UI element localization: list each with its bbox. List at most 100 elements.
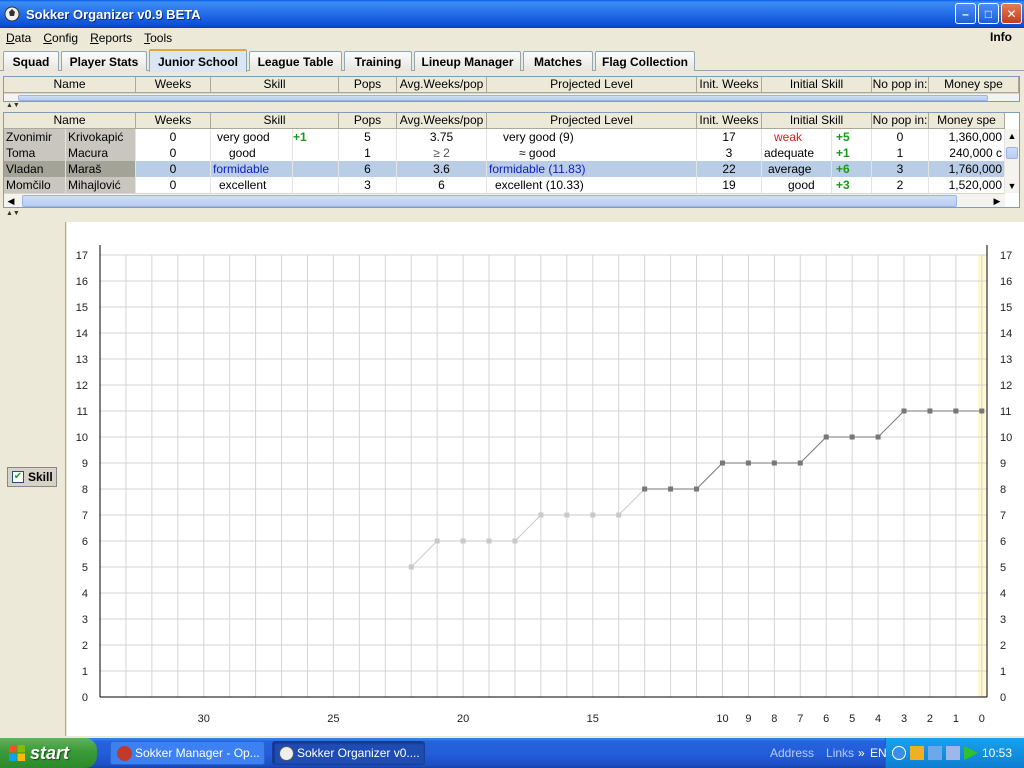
col-init-weeks[interactable]: Init. Weeks: [697, 77, 762, 93]
pops: 6: [339, 161, 397, 177]
data-point: [719, 460, 725, 466]
col-projected[interactable]: Projected Level: [487, 77, 697, 93]
col-pops[interactable]: Pops: [339, 113, 397, 129]
init-gain: +1: [832, 145, 872, 161]
tab-training[interactable]: Training: [344, 51, 412, 71]
col-name[interactable]: Name: [4, 113, 136, 129]
col-money[interactable]: Money spe: [929, 77, 1019, 93]
language-indicator[interactable]: EN: [870, 746, 887, 760]
clock: 10:53: [981, 746, 1012, 760]
table-row-selected[interactable]: Vladan Maraš 0 formidable 6 3.6 formidab…: [4, 161, 1005, 177]
menu-config[interactable]: Config: [37, 31, 84, 45]
col-skill[interactable]: Skill: [211, 77, 339, 93]
pops: 3: [339, 177, 397, 193]
x-tick-label: 6: [823, 713, 829, 725]
col-skill[interactable]: Skill: [211, 113, 339, 129]
tab-junior-school[interactable]: Junior School: [149, 49, 247, 72]
col-weeks[interactable]: Weeks: [136, 77, 211, 93]
upper-table-header: Name Weeks Skill Pops Avg.Weeks/pop Proj…: [4, 77, 1019, 93]
taskbar: start Sokker Manager - Op... Sokker Orga…: [0, 738, 1024, 768]
scroll-left-icon[interactable]: ◀: [4, 194, 18, 208]
y-tick-label-left: 0: [82, 692, 88, 704]
splitter-2[interactable]: ▲▼: [0, 210, 1024, 218]
network-icon[interactable]: [928, 746, 942, 760]
juniors-vscroll[interactable]: ▲ ▼: [1005, 129, 1019, 193]
data-point: [538, 512, 544, 518]
splitter-1[interactable]: ▲▼: [0, 102, 1024, 110]
menu-tools[interactable]: Tools: [138, 31, 178, 45]
vscroll-thumb[interactable]: [1006, 147, 1018, 159]
task-sokker-organizer[interactable]: Sokker Organizer v0....: [272, 741, 425, 765]
volume-icon[interactable]: [946, 746, 960, 760]
data-point: [434, 538, 440, 544]
col-avg-weeks[interactable]: Avg.Weeks/pop: [397, 113, 487, 129]
back-icon[interactable]: [892, 746, 906, 760]
windows-logo-icon: [9, 745, 25, 761]
table-row[interactable]: Toma Macura 0 good 1 ≥ 2 ≈ good 3 adequa…: [4, 145, 1005, 161]
col-projected[interactable]: Projected Level: [487, 113, 697, 129]
app-icon: [279, 746, 294, 761]
init-skill: adequate: [762, 145, 832, 161]
col-pops[interactable]: Pops: [339, 77, 397, 93]
menu-info[interactable]: Info: [984, 30, 1018, 44]
skill-checkbox[interactable]: ✔ Skill: [7, 467, 57, 487]
col-initial-skill[interactable]: Initial Skill: [762, 77, 872, 93]
table-row[interactable]: Zvonimir Krivokapić 0 very good +1 5 3.7…: [4, 129, 1005, 145]
tab-matches[interactable]: Matches: [523, 51, 593, 71]
scroll-down-icon[interactable]: ▼: [1005, 179, 1019, 193]
y-tick-label-left: 5: [82, 562, 88, 574]
data-point: [668, 486, 674, 492]
col-name[interactable]: Name: [4, 77, 136, 93]
upper-hscroll[interactable]: [4, 93, 1019, 101]
menu-reports[interactable]: Reports: [84, 31, 138, 45]
links-toolbar[interactable]: Links: [826, 746, 854, 760]
y-tick-label-left: 6: [82, 536, 88, 548]
menu-data[interactable]: Data: [0, 31, 37, 45]
skill-chart-svg: 0 01 12 23 34 45 56 67 78 89 910 1011 1112 1213 1314 14…: [76, 245, 1012, 725]
play-icon[interactable]: [964, 746, 978, 760]
data-point: [512, 538, 518, 544]
address-toolbar[interactable]: Address: [770, 746, 814, 760]
col-no-pop[interactable]: No pop in:: [872, 77, 929, 93]
scroll-up-icon[interactable]: ▲: [1005, 129, 1019, 143]
minimize-button[interactable]: –: [955, 3, 976, 24]
avg-weeks: 6: [397, 177, 487, 193]
data-point: [616, 512, 622, 518]
tab-flag-collection[interactable]: Flag Collection: [595, 51, 695, 71]
splitter-arrows-icon[interactable]: ▲▼: [6, 210, 20, 218]
scroll-right-icon[interactable]: ▶: [990, 194, 1004, 208]
hscroll-thumb[interactable]: [22, 195, 957, 207]
x-tick-label: 4: [875, 713, 881, 725]
col-money[interactable]: Money spe: [929, 113, 1005, 129]
window-title: Sokker Organizer v0.9 BETA: [26, 6, 201, 22]
splitter-arrows-icon[interactable]: ▲▼: [6, 102, 20, 110]
maximize-button[interactable]: □: [978, 3, 999, 24]
tab-lineup-manager[interactable]: Lineup Manager: [414, 51, 521, 71]
series-segment: [696, 462, 723, 490]
y-tick-label-left: 11: [77, 406, 88, 418]
title-bar[interactable]: Sokker Organizer v0.9 BETA – □ ✕: [0, 0, 1024, 28]
juniors-hscroll[interactable]: ◀ ▶: [4, 193, 1005, 207]
data-point: [849, 434, 855, 440]
task-sokker-manager[interactable]: Sokker Manager - Op...: [110, 741, 265, 765]
col-weeks[interactable]: Weeks: [136, 113, 211, 129]
start-button[interactable]: start: [0, 738, 97, 768]
table-row[interactable]: Momčilo Mihajlović 0 excellent 3 6 excel…: [4, 177, 1005, 193]
col-init-weeks[interactable]: Init. Weeks: [697, 113, 762, 129]
weeks: 0: [136, 161, 211, 177]
tab-player-stats[interactable]: Player Stats: [61, 51, 147, 71]
avg-weeks: 3.75: [397, 129, 487, 145]
y-tick-label-left: 7: [82, 510, 88, 522]
tab-league-table[interactable]: League Table: [249, 51, 342, 71]
no-pop: 3: [872, 161, 929, 177]
col-initial-skill[interactable]: Initial Skill: [762, 113, 872, 129]
skill-gain: +1: [293, 129, 339, 145]
security-icon[interactable]: [910, 746, 924, 760]
y-tick-label-right: 12: [1000, 380, 1012, 392]
col-no-pop[interactable]: No pop in:: [872, 113, 929, 129]
col-avg-weeks[interactable]: Avg.Weeks/pop: [397, 77, 487, 93]
upper-hscroll-thumb[interactable]: [18, 95, 988, 101]
links-more-icon[interactable]: »: [858, 746, 865, 760]
tab-squad[interactable]: Squad: [3, 51, 59, 71]
close-button[interactable]: ✕: [1001, 3, 1022, 24]
